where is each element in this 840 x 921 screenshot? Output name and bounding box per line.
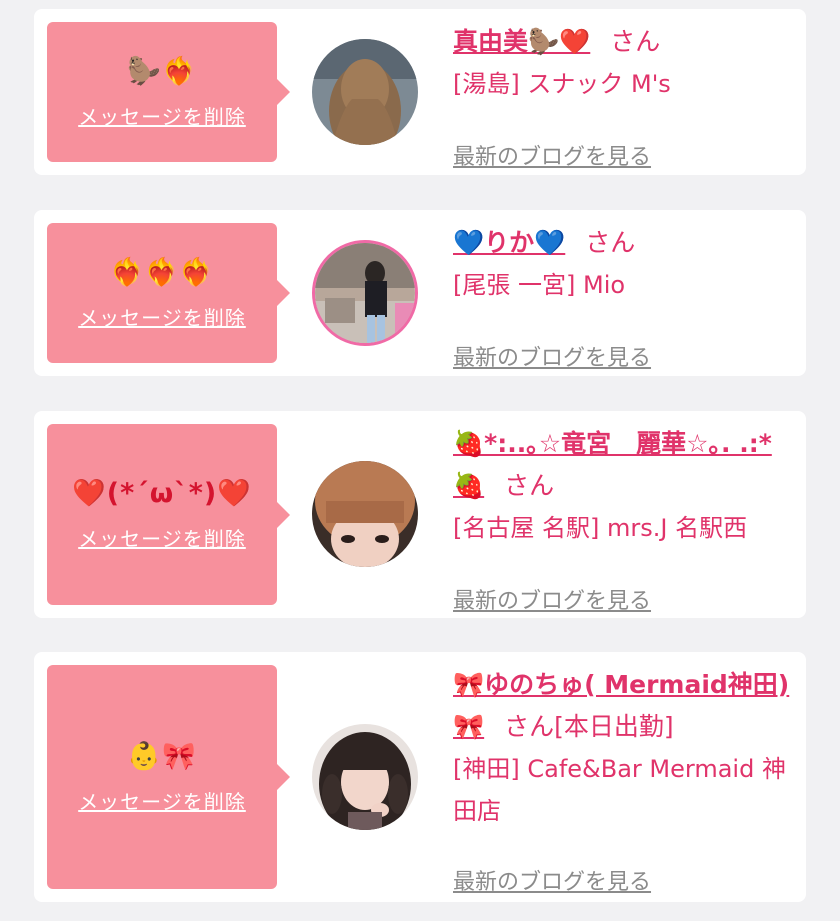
message-bubble: 👶🎀 メッセージを削除 (47, 665, 290, 889)
message-bubble: ❤️‍🔥❤️‍🔥❤️‍🔥 メッセージを削除 (47, 223, 290, 363)
message-text: 👶🎀 (127, 740, 197, 772)
delete-message-link[interactable]: メッセージを削除 (78, 523, 246, 552)
honorific: さん (504, 712, 555, 741)
name-line: 💙りか💙 さん (453, 222, 798, 264)
shop-info: [神田] Cafe&Bar Mermaid 神田店 (453, 755, 786, 825)
avatar[interactable] (312, 39, 418, 145)
delete-message-link[interactable]: メッセージを削除 (78, 101, 246, 130)
sender-info: 💙りか💙 さん [尾張 一宮] Mio 最新のブログを見る (453, 222, 798, 371)
latest-blog-link[interactable]: 最新のブログを見る (453, 340, 651, 372)
message-text: ❤️‍🔥❤️‍🔥❤️‍🔥 (110, 256, 214, 288)
shop-info: [尾張 一宮] Mio (453, 271, 626, 299)
message-card: ❤️‍🔥❤️‍🔥❤️‍🔥 メッセージを削除 💙りか💙 さん [尾張 一宮] Mio (34, 210, 806, 376)
name-line: 🎀ゆのちゅ( Mermaid神田)🎀 さん[本日出勤] (453, 664, 798, 748)
sender-name-link[interactable]: 💙りか💙 (453, 228, 565, 257)
avatar[interactable] (312, 724, 418, 830)
message-list: 🦫❤️‍🔥 メッセージを削除 真由美🦫❤️ さん [湯島] スナック M's 最新… (0, 0, 840, 921)
message-text: 🦫❤️‍🔥 (127, 55, 197, 87)
message-bubble: 🦫❤️‍🔥 メッセージを削除 (47, 22, 290, 162)
delete-message-link[interactable]: メッセージを削除 (78, 786, 246, 815)
message-bubble: ❤️(*´ω`*)❤️ メッセージを削除 (47, 424, 290, 605)
shop-info: [名古屋 名駅] mrs.J 名駅西 (453, 514, 748, 542)
message-card: 🦫❤️‍🔥 メッセージを削除 真由美🦫❤️ さん [湯島] スナック M's 最新… (34, 9, 806, 175)
avatar[interactable] (312, 240, 418, 346)
name-line: 🍓*:..｡☆竜宮 麗華☆｡. .:*🍓 さん (453, 423, 798, 507)
honorific: さん (610, 27, 661, 56)
latest-blog-link[interactable]: 最新のブログを見る (453, 583, 651, 615)
sender-info: 🎀ゆのちゅ( Mermaid神田)🎀 さん[本日出勤] [神田] Cafe&Bar… (453, 664, 798, 895)
sender-name-link[interactable]: 真由美🦫❤️ (453, 27, 590, 56)
sender-info: 真由美🦫❤️ さん [湯島] スナック M's 最新のブログを見る (453, 21, 798, 170)
working-today-badge: [本日出勤] (554, 712, 674, 741)
honorific: さん (504, 471, 555, 500)
message-card: ❤️(*´ω`*)❤️ メッセージを削除 🍓*:..｡☆竜宮 麗華☆｡. .:*… (34, 411, 806, 618)
message-text: ❤️(*´ω`*)❤️ (72, 478, 252, 509)
shop-info: [湯島] スナック M's (453, 70, 671, 98)
honorific: さん (585, 228, 636, 257)
latest-blog-link[interactable]: 最新のブログを見る (453, 139, 651, 171)
name-line: 真由美🦫❤️ さん (453, 21, 798, 63)
delete-message-link[interactable]: メッセージを削除 (78, 302, 246, 331)
message-card: 👶🎀 メッセージを削除 🎀ゆのちゅ( Mermaid神田)🎀 さん[本日出勤] [… (34, 652, 806, 902)
sender-name-link[interactable]: 🍓*:..｡☆竜宮 麗華☆｡. .:*🍓 (453, 429, 772, 500)
avatar[interactable] (312, 461, 418, 567)
latest-blog-link[interactable]: 最新のブログを見る (453, 864, 651, 896)
sender-info: 🍓*:..｡☆竜宮 麗華☆｡. .:*🍓 さん [名古屋 名駅] mrs.J 名駅… (453, 423, 798, 614)
